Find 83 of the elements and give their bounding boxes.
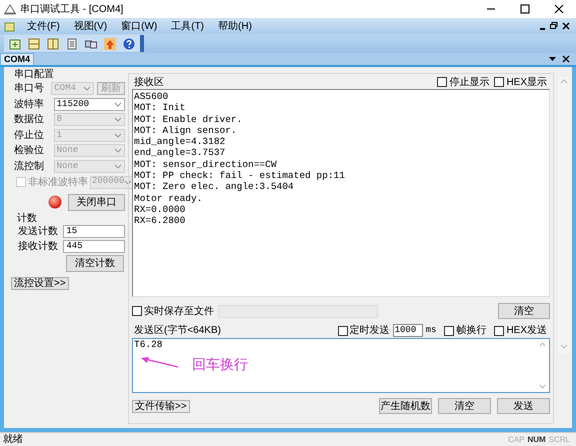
- tab[interactable]: COM4: [0, 53, 34, 65]
- close-icon[interactable]: [562, 55, 570, 63]
- menu-item[interactable]: 视图(V): [72, 18, 110, 34]
- annotation-text: 回车换行: [192, 355, 248, 374]
- dropdown[interactable]: 115200: [54, 98, 125, 111]
- field-label: 发送计数: [18, 224, 59, 238]
- help-icon[interactable]: [123, 38, 135, 50]
- send-text-area[interactable]: T6.28 回车换行: [132, 338, 550, 393]
- text-line: MOT: Align sensor.: [134, 124, 238, 136]
- split-icon[interactable]: [47, 38, 59, 50]
- status-text: 就绪: [2, 432, 23, 446]
- counter-field: 15: [63, 224, 125, 238]
- scrollbar-icon[interactable]: [539, 342, 546, 389]
- section-title: 发送区(字节<64KB): [134, 324, 221, 338]
- text-line: RX=0.0000: [134, 204, 186, 216]
- button[interactable]: 流控设置>>: [11, 277, 69, 290]
- button[interactable]: 产生随机数: [379, 398, 432, 414]
- checkbox[interactable]: [132, 306, 142, 316]
- close-icon[interactable]: [562, 22, 570, 30]
- checkbox[interactable]: [338, 326, 348, 336]
- button[interactable]: 发送: [497, 398, 550, 414]
- checkbox[interactable]: [444, 326, 454, 336]
- menu-item[interactable]: 帮助(H): [216, 18, 254, 34]
- field-label: 波特率: [14, 98, 45, 112]
- checkbox[interactable]: [494, 77, 504, 87]
- dropdown-icon[interactable]: [549, 56, 556, 62]
- text-line: MOT: PP check: fail - estimated pp:11: [134, 170, 346, 182]
- status-indicator: NUM: [527, 434, 546, 446]
- close-icon[interactable]: [554, 4, 564, 14]
- text-line: MOT: Init: [134, 102, 186, 114]
- field-label: 数据位: [14, 113, 45, 128]
- upload-icon[interactable]: [104, 38, 116, 50]
- section-title: 接收区: [134, 76, 164, 90]
- arrow-icon: [140, 356, 180, 369]
- text-line: RX=6.2800: [134, 215, 186, 227]
- button[interactable]: 清空: [498, 303, 550, 319]
- counter-field: 445: [63, 240, 125, 252]
- text-line: T6.28: [134, 339, 163, 350]
- document-icon[interactable]: [4, 20, 15, 32]
- checkbox[interactable]: [437, 77, 448, 87]
- status-indicator: SCRL: [548, 434, 570, 446]
- maximize-icon[interactable]: [520, 4, 530, 14]
- window-title: 串口调试工具 - [COM4]: [20, 2, 124, 16]
- menu-item[interactable]: 工具(T): [169, 18, 206, 34]
- button[interactable]: 清空计数: [66, 255, 124, 272]
- caret-icon[interactable]: [114, 102, 122, 107]
- split-icon[interactable]: [28, 38, 40, 50]
- checkbox-label: 帧换行: [456, 324, 486, 338]
- menu-item[interactable]: 窗口(W): [119, 18, 160, 34]
- field-label: 接收计数: [18, 240, 59, 254]
- document-icon[interactable]: [66, 38, 78, 50]
- text-line: Motor ready.: [134, 192, 204, 204]
- scrollbar-icon[interactable]: [558, 77, 570, 353]
- checkbox-label: 定时发送: [350, 324, 390, 338]
- checkbox-label: HEX发送: [506, 324, 547, 338]
- restore-icon[interactable]: [550, 22, 558, 30]
- text-line: mid_angle=4.3182: [134, 136, 226, 148]
- app-icon[interactable]: [4, 3, 16, 15]
- checkbox-label: 停止显示: [449, 76, 490, 90]
- checkbox-label: 实时保存至文件: [144, 304, 214, 318]
- group-title: 串口配置: [13, 69, 55, 81]
- text-line: AS5600: [134, 91, 170, 102]
- field-label: 检验位: [14, 144, 45, 158]
- button[interactable]: 清空: [438, 398, 491, 414]
- text-line: end_angle=3.7537: [134, 147, 226, 159]
- status-indicator: CAP: [508, 434, 524, 446]
- new-icon[interactable]: [9, 38, 21, 50]
- text-line: MOT: sensor_direction==CW: [134, 158, 278, 170]
- text-line: MOT: Enable driver.: [134, 114, 244, 125]
- field-label: 流控制: [14, 160, 45, 174]
- field-label: 停止位: [14, 128, 45, 143]
- unit-label: ms: [426, 324, 436, 337]
- interval-field[interactable]: 1000: [392, 324, 423, 337]
- field-label: 串口号: [14, 82, 45, 96]
- menu-item[interactable]: 文件(F): [25, 18, 62, 34]
- windows-icon[interactable]: [85, 38, 97, 50]
- button[interactable]: 文件传输>>: [132, 400, 190, 412]
- checkbox[interactable]: [494, 326, 504, 336]
- checkbox-label: 非标准波特率: [28, 176, 88, 190]
- text-line: MOT: Zero elec. angle:3.5404: [134, 181, 295, 193]
- group-title: 计数: [16, 213, 38, 224]
- checkbox-label: HEX显示: [506, 76, 547, 90]
- button[interactable]: 关闭串口: [68, 194, 125, 210]
